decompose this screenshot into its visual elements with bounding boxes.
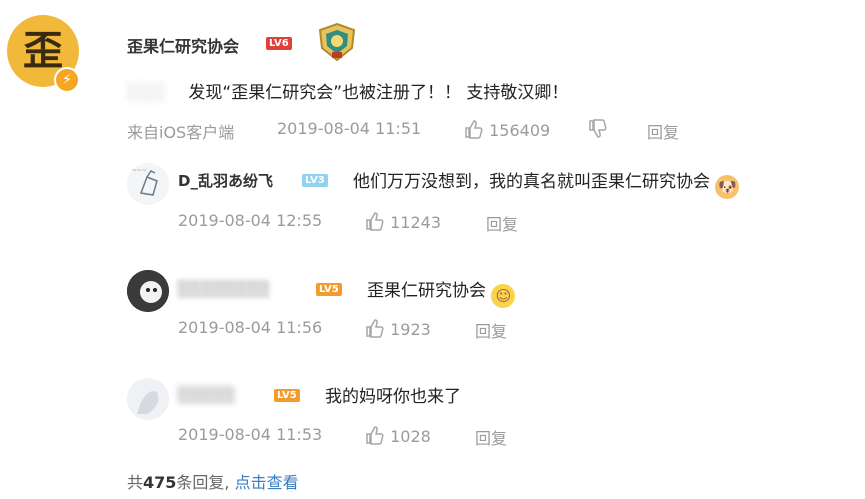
thumbs-up-icon bbox=[366, 426, 384, 445]
reply-time: 2019-08-04 11:56 bbox=[178, 318, 323, 337]
reply-author-blurred[interactable]: ░░░░░░░░ bbox=[178, 280, 270, 298]
reply-count: 475 bbox=[143, 473, 177, 492]
cartoon-avatar-icon bbox=[127, 270, 169, 312]
thumbs-up-icon bbox=[465, 120, 483, 139]
view-replies-link[interactable]: 点击查看 bbox=[235, 473, 299, 492]
svg-text:~~~: ~~~ bbox=[132, 167, 147, 174]
level-badge: LV6 bbox=[266, 37, 292, 50]
reply-time: 2019-08-04 11:53 bbox=[178, 425, 323, 444]
reply-summary: 共475条回复, 点击查看 bbox=[127, 473, 299, 492]
reply-time: 2019-08-04 12:55 bbox=[178, 211, 323, 230]
reply-content: 他们万万没想到，我的真名就叫歪果仁研究协会 🐶 bbox=[353, 167, 740, 199]
reply-author[interactable]: D_乱羽あ纷飞 bbox=[178, 170, 273, 191]
blurred-user-mention: ░░░ bbox=[127, 83, 167, 103]
blush-emoji-icon: ☺ bbox=[491, 284, 516, 308]
blurred-avatar-icon bbox=[127, 378, 169, 420]
post-text: ░░░ 发现“歪果仁研究会”也被注册了！！ 支持敬汉卿！ bbox=[127, 78, 568, 103]
like-button[interactable]: 156409 bbox=[464, 119, 550, 140]
reply-button[interactable]: 回复 bbox=[475, 318, 507, 342]
level-badge: LV3 bbox=[302, 174, 328, 187]
author-name[interactable]: 歪果仁研究协会 bbox=[127, 33, 239, 57]
thumbs-up-icon bbox=[366, 212, 384, 231]
like-count: 156409 bbox=[489, 121, 551, 140]
level-badge: LV5 bbox=[316, 283, 342, 296]
thumbs-up-icon bbox=[366, 319, 384, 338]
reply-button[interactable]: 回复 bbox=[647, 119, 679, 143]
post-source: 来自iOS客户端 bbox=[127, 123, 235, 142]
reply-avatar[interactable] bbox=[127, 270, 169, 312]
like-count: 11243 bbox=[390, 213, 441, 232]
post-content: 发现“歪果仁研究会”也被注册了！！ 支持敬汉卿！ bbox=[188, 83, 569, 103]
reply-content: 我的妈呀你也来了 bbox=[325, 387, 461, 407]
reply-content: 歪果仁研究协会 ☺ bbox=[367, 276, 516, 308]
level-badge: LV5 bbox=[274, 389, 300, 402]
like-button[interactable]: 1028 bbox=[365, 425, 431, 446]
reply-author-blurred[interactable]: ░░░░░ bbox=[178, 386, 236, 404]
sketch-avatar-icon: ~~~ bbox=[127, 163, 169, 205]
reply-avatar[interactable]: ~~~ bbox=[127, 163, 169, 205]
reply-button[interactable]: 回复 bbox=[486, 211, 518, 235]
like-count: 1923 bbox=[390, 320, 431, 339]
thumbs-down-icon[interactable] bbox=[588, 119, 608, 139]
medal-icon bbox=[318, 22, 356, 62]
reply-button[interactable]: 回复 bbox=[475, 425, 507, 449]
like-count: 1028 bbox=[390, 427, 431, 446]
like-button[interactable]: 1923 bbox=[365, 318, 431, 339]
doge-emoji-icon: 🐶 bbox=[715, 175, 740, 199]
verified-badge-icon: ⚡ bbox=[54, 67, 80, 93]
like-button[interactable]: 11243 bbox=[365, 211, 441, 232]
reply-avatar[interactable] bbox=[127, 378, 169, 420]
post-time: 2019-08-04 11:51 bbox=[277, 119, 422, 138]
